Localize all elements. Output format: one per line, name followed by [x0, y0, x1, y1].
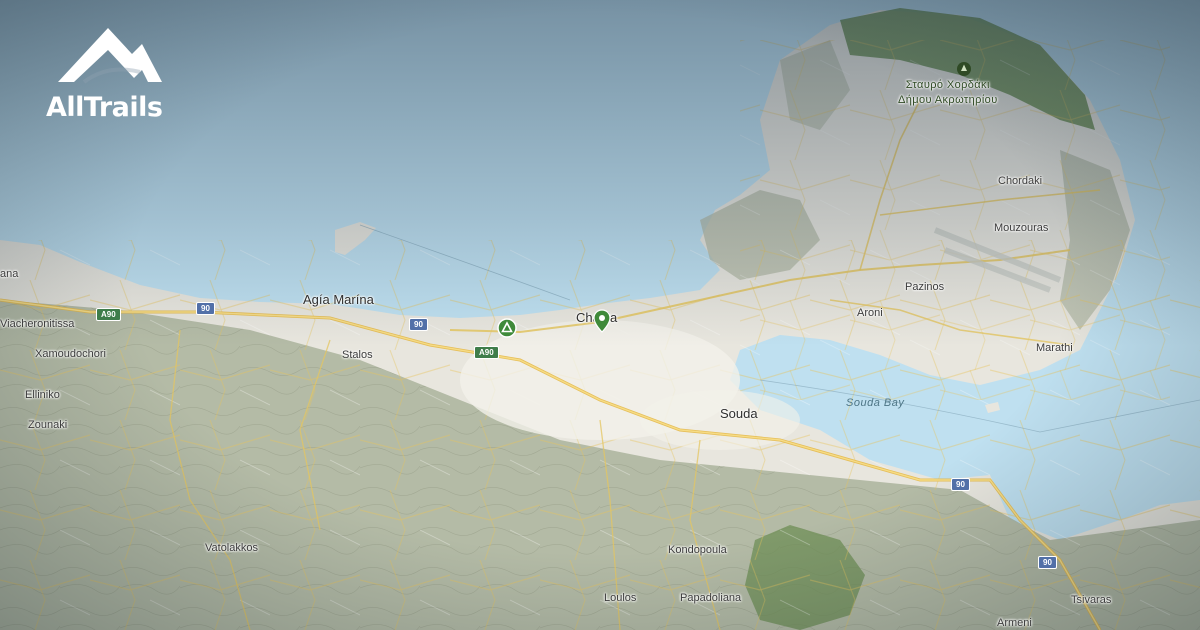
brand-wordmark[interactable]: AllTrails	[46, 92, 163, 123]
road-shield-a90-mid: A90	[474, 346, 499, 359]
place-label-agia-marina: Agía Marína	[303, 292, 374, 307]
place-label-souda: Souda	[720, 406, 758, 421]
place-label-elliniko: Elliniko	[25, 389, 60, 401]
place-label-mouzouras: Mouzouras	[994, 222, 1049, 234]
park-label-line1: Σταυρό Χορδάκι	[905, 79, 990, 91]
alltrails-logo-icon[interactable]	[44, 20, 174, 90]
trail-map[interactable]: Σταυρό Χορδάκι Δήμου Ακρωτηρίου Chania S…	[0, 0, 1200, 630]
road-shield-90-far-east: 90	[1038, 556, 1057, 569]
place-label-papadoliana: Papadoliana	[680, 592, 742, 604]
campground-marker-icon[interactable]	[497, 318, 517, 338]
road-shield-90-west: 90	[196, 302, 215, 315]
road-shield-90-east: 90	[951, 478, 970, 491]
road-shield-90-mid: 90	[409, 318, 428, 331]
place-label-vatolakkos: Vatolakkos	[205, 542, 258, 554]
place-label-zounaki: Zounaki	[28, 419, 68, 431]
place-label-aroni: Aroni	[857, 307, 883, 319]
place-label-kondopoula: Kondopoula	[668, 544, 727, 556]
place-label-viacheronitissa: Viacheronitissa	[0, 318, 75, 330]
water-label-souda-bay: Souda Bay	[846, 397, 905, 409]
place-label-partial: ana	[0, 268, 19, 280]
place-label-xamoudochori: Xamoudochori	[35, 348, 106, 360]
place-label-armeni: Armeni	[997, 617, 1032, 629]
place-label-stalos: Stalos	[342, 349, 373, 361]
park-marker-icon[interactable]	[956, 61, 972, 77]
place-label-pazinos: Pazinos	[905, 281, 945, 293]
place-label-loulos: Loulos	[604, 592, 637, 604]
park-label: Σταυρό Χορδάκι Δήμου Ακρωτηρίου	[898, 78, 998, 108]
place-label-tsivaras: Tsivaras	[1071, 594, 1112, 606]
place-label-marathi: Marathi	[1036, 342, 1073, 354]
trail-pin-icon[interactable]	[593, 309, 611, 333]
road-shield-a90-west: A90	[96, 308, 121, 321]
park-label-line2: Δήμου Ακρωτηρίου	[898, 94, 998, 106]
place-label-chordaki: Chordaki	[998, 175, 1043, 187]
